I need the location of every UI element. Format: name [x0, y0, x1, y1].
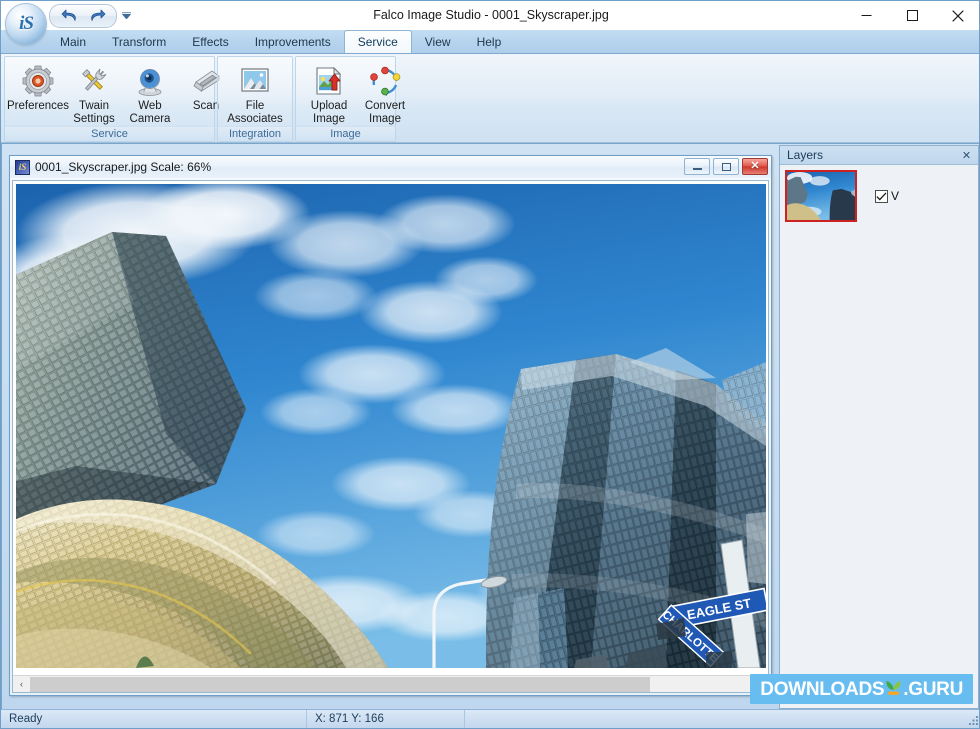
upload-image-label: Upload Image [310, 100, 348, 125]
app-logo-text: iS [19, 13, 34, 34]
application-window: Falco Image Studio - 0001_Skyscraper.jpg… [0, 0, 980, 729]
layer-item[interactable]: V [785, 170, 973, 222]
window-title: Falco Image Studio - 0001_Skyscraper.jpg [373, 8, 609, 22]
layers-panel-body: V [780, 165, 978, 708]
tab-effects[interactable]: Effects [179, 31, 241, 53]
document-title: 0001_Skyscraper.jpg Scale: 66% [35, 160, 212, 174]
image-canvas-photo[interactable]: EAGLE ST CHARLOTTE [16, 184, 766, 668]
document-window-controls: ✕ [684, 158, 768, 175]
watermark-text-secondary: .GURU [903, 678, 963, 700]
mdi-client-area: iS 0001_Skyscraper.jpg Scale: 66% ✕ EAGL… [1, 143, 979, 711]
layers-panel-header: Layers ✕ [780, 146, 978, 165]
tab-improvements[interactable]: Improvements [242, 31, 344, 53]
ribbon-group-integration-items: File Associates [218, 57, 292, 126]
ribbon-group-service-label: Service [5, 126, 214, 141]
preferences-button[interactable]: Preferences [7, 61, 70, 114]
tools-icon [78, 64, 110, 98]
twain-settings-label: Twain Settings [73, 100, 115, 125]
document-close-button[interactable]: ✕ [742, 158, 768, 175]
status-message: Ready [9, 712, 43, 725]
convert-image-button[interactable]: Convert Image [357, 61, 413, 126]
layers-panel-title: Layers [787, 148, 824, 162]
ribbon-group-service: Preferences Twain Settings Web Camera Sc… [4, 56, 220, 142]
tab-view[interactable]: View [412, 31, 464, 53]
gear-icon [22, 64, 54, 98]
web-camera-button[interactable]: Web Camera [122, 61, 178, 126]
convert-image-label: Convert Image [364, 100, 406, 125]
layer-thumbnail-image [787, 172, 855, 220]
layers-close-button[interactable]: ✕ [959, 148, 974, 163]
document-icon: iS [15, 159, 30, 175]
convert-image-icon [369, 64, 401, 98]
app-logo-icon[interactable]: iS [6, 4, 46, 44]
chevron-down-icon [121, 11, 131, 19]
close-icon [952, 9, 964, 22]
close-icon: ✕ [750, 160, 760, 172]
document-restore-button[interactable] [713, 158, 739, 175]
minimize-icon [861, 15, 871, 16]
minimize-icon [692, 168, 702, 170]
tab-transform[interactable]: Transform [99, 31, 179, 53]
document-minimize-button[interactable] [684, 158, 710, 175]
tab-help[interactable]: Help [464, 31, 515, 53]
scan-label: Scan [192, 100, 220, 112]
layer-thumbnail[interactable] [785, 170, 857, 222]
tab-service[interactable]: Service [343, 30, 412, 53]
redo-button[interactable] [85, 7, 109, 25]
scrollbar-thumb[interactable] [30, 676, 651, 692]
tab-main[interactable]: Main [47, 31, 99, 53]
upload-image-icon [313, 64, 345, 98]
file-associates-button[interactable]: File Associates [223, 61, 287, 126]
picture-icon [239, 64, 271, 98]
document-title-bar[interactable]: iS 0001_Skyscraper.jpg Scale: 66% ✕ [10, 156, 771, 178]
ribbon: Preferences Twain Settings Web Camera Sc… [1, 54, 979, 143]
customize-qat-button[interactable] [119, 7, 133, 23]
maximize-icon [906, 10, 918, 21]
mdi-background: iS 0001_Skyscraper.jpg Scale: 66% ✕ EAGL… [2, 144, 979, 710]
document-window: iS 0001_Skyscraper.jpg Scale: 66% ✕ EAGL… [9, 155, 772, 696]
ribbon-group-image-label: Image [296, 126, 395, 141]
maximize-button[interactable] [889, 1, 935, 30]
undo-icon [61, 9, 76, 21]
window-controls [843, 1, 979, 30]
leaf-icon [885, 679, 902, 699]
twain-settings-button[interactable]: Twain Settings [66, 61, 122, 126]
scrollbar-track[interactable] [30, 675, 751, 692]
resize-grip-icon[interactable] [967, 714, 979, 726]
file-associates-label: File Associates [227, 100, 283, 125]
layer-visibility-control[interactable]: V [875, 189, 899, 203]
layer-visibility-checkbox[interactable] [875, 189, 888, 203]
ribbon-tab-strip: Main Transform Effects Improvements Serv… [1, 30, 979, 54]
quick-access-toolbar [49, 4, 117, 28]
skyscraper-photo: EAGLE ST CHARLOTTE [16, 184, 766, 668]
minimize-button[interactable] [843, 1, 889, 30]
status-extra [464, 709, 979, 728]
close-button[interactable] [935, 1, 979, 30]
restore-icon [721, 162, 731, 171]
mid-building [510, 588, 568, 668]
ribbon-group-integration-label: Integration [218, 126, 292, 141]
layers-panel: Layers ✕ V [779, 145, 979, 709]
horizontal-scrollbar[interactable]: ‹ › [13, 675, 768, 692]
status-coordinates: X: 871 Y: 166 [306, 709, 464, 728]
watermark-text-primary: DOWNLOADS [760, 678, 885, 700]
status-bar: Ready X: 871 Y: 166 [1, 709, 979, 728]
document-canvas[interactable]: EAGLE ST CHARLOTTE ‹ [12, 180, 769, 693]
ribbon-group-image-items: Upload Image Convert Image [296, 57, 405, 126]
ribbon-group-integration: File Associates Integration [217, 56, 293, 142]
web-camera-label: Web Camera [129, 100, 171, 125]
title-bar: Falco Image Studio - 0001_Skyscraper.jpg… [1, 1, 979, 44]
webcam-icon [134, 64, 166, 98]
undo-button[interactable] [57, 7, 81, 25]
upload-image-button[interactable]: Upload Image [301, 61, 357, 126]
layer-name-label: V [891, 189, 900, 203]
redo-icon [90, 9, 105, 21]
scroll-left-button[interactable]: ‹ [13, 675, 30, 692]
downloads-guru-watermark: DOWNLOADS .GURU [750, 674, 973, 704]
ribbon-group-service-items: Preferences Twain Settings Web Camera Sc… [5, 57, 220, 126]
ribbon-group-image: Upload Image Convert Image Image [295, 56, 405, 142]
preferences-label: Preferences [7, 100, 70, 112]
checkmark-icon [876, 191, 887, 201]
